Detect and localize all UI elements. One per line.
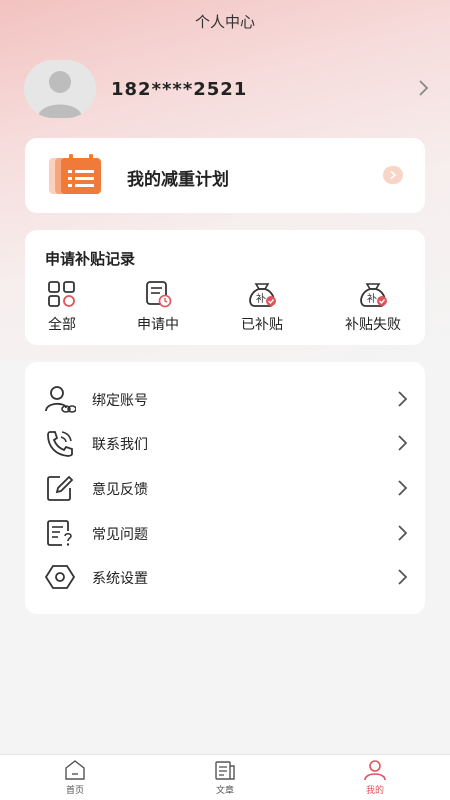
grid-icon bbox=[48, 281, 75, 307]
menu-item-contact-us[interactable]: 联系我们 bbox=[25, 421, 425, 465]
menu-item-bind-account[interactable]: 绑定账号 bbox=[25, 377, 425, 421]
profile-section[interactable]: 182****2521 bbox=[24, 58, 434, 120]
tab-articles[interactable]: 文章 bbox=[195, 759, 255, 796]
tab-home[interactable]: 首页 bbox=[45, 759, 105, 796]
tab-label: 我的 bbox=[365, 786, 384, 796]
bottom-tab-bar: 首页 文章 我的 bbox=[0, 754, 450, 800]
settings-menu-card: 绑定账号 联系我们 意见反馈 常见问题 系统设置 bbox=[25, 362, 425, 614]
settings-icon bbox=[44, 565, 76, 589]
subsidy-tab-label: 全部 bbox=[48, 317, 76, 333]
menu-item-label: 意见反馈 bbox=[92, 482, 148, 498]
subsidy-records-card: 申请补贴记录 全部 申请中 补 已补贴 补 补贴失败 bbox=[25, 230, 425, 345]
edit-icon bbox=[47, 475, 74, 501]
tab-mine[interactable]: 我的 bbox=[345, 759, 405, 796]
subsidy-title: 申请补贴记录 bbox=[45, 250, 136, 268]
home-icon bbox=[65, 760, 85, 780]
chevron-right-icon bbox=[398, 391, 408, 407]
page-title: 个人中心 bbox=[194, 12, 255, 31]
menu-item-faq[interactable]: 常见问题 bbox=[25, 511, 425, 555]
plan-arrow-button[interactable] bbox=[383, 166, 403, 184]
subsidy-tab-label: 补贴失败 bbox=[345, 317, 401, 333]
article-icon bbox=[215, 761, 235, 780]
menu-item-label: 系统设置 bbox=[92, 571, 148, 587]
chevron-right-icon bbox=[390, 170, 397, 180]
bag-glyph: 补 bbox=[367, 292, 377, 305]
bag-glyph: 补 bbox=[256, 292, 266, 305]
chevron-right-icon bbox=[398, 480, 408, 496]
chevron-right-icon[interactable] bbox=[418, 78, 430, 98]
subsidy-tab-subsidized[interactable]: 补 已补贴 bbox=[217, 280, 307, 334]
page-title-bar: 个人中心 bbox=[0, 0, 450, 42]
subsidy-tab-label: 已补贴 bbox=[241, 317, 283, 333]
weight-loss-plan-card[interactable]: 我的减重计划 bbox=[25, 138, 425, 213]
chevron-right-icon bbox=[398, 569, 408, 585]
user-icon bbox=[364, 760, 386, 781]
tab-label: 首页 bbox=[65, 786, 84, 796]
user-phone: 182****2521 bbox=[111, 78, 248, 100]
chevron-right-icon bbox=[398, 525, 408, 541]
subsidy-tab-all[interactable]: 全部 bbox=[17, 280, 107, 334]
plan-calendar-icon bbox=[49, 154, 101, 194]
subsidy-tab-label: 申请中 bbox=[137, 317, 179, 333]
menu-item-feedback[interactable]: 意见反馈 bbox=[25, 466, 425, 510]
menu-item-label: 联系我们 bbox=[92, 437, 148, 453]
tab-label: 文章 bbox=[215, 786, 234, 796]
default-avatar-icon bbox=[38, 71, 82, 118]
chevron-right-icon bbox=[398, 435, 408, 451]
money-bag-check-icon: 补 bbox=[360, 283, 387, 307]
user-link-icon bbox=[45, 386, 76, 413]
menu-item-system-settings[interactable]: 系统设置 bbox=[25, 555, 425, 599]
document-clock-icon bbox=[146, 281, 172, 308]
menu-item-label: 常见问题 bbox=[92, 527, 148, 543]
faq-icon bbox=[47, 520, 72, 546]
money-bag-check-icon: 补 bbox=[249, 283, 276, 307]
phone-icon bbox=[47, 431, 73, 457]
subsidy-tab-applying[interactable]: 申请中 bbox=[113, 280, 203, 334]
subsidy-tab-failed[interactable]: 补 补贴失败 bbox=[328, 280, 418, 334]
menu-item-label: 绑定账号 bbox=[92, 393, 148, 409]
plan-label: 我的减重计划 bbox=[127, 170, 229, 190]
avatar[interactable] bbox=[24, 60, 96, 118]
